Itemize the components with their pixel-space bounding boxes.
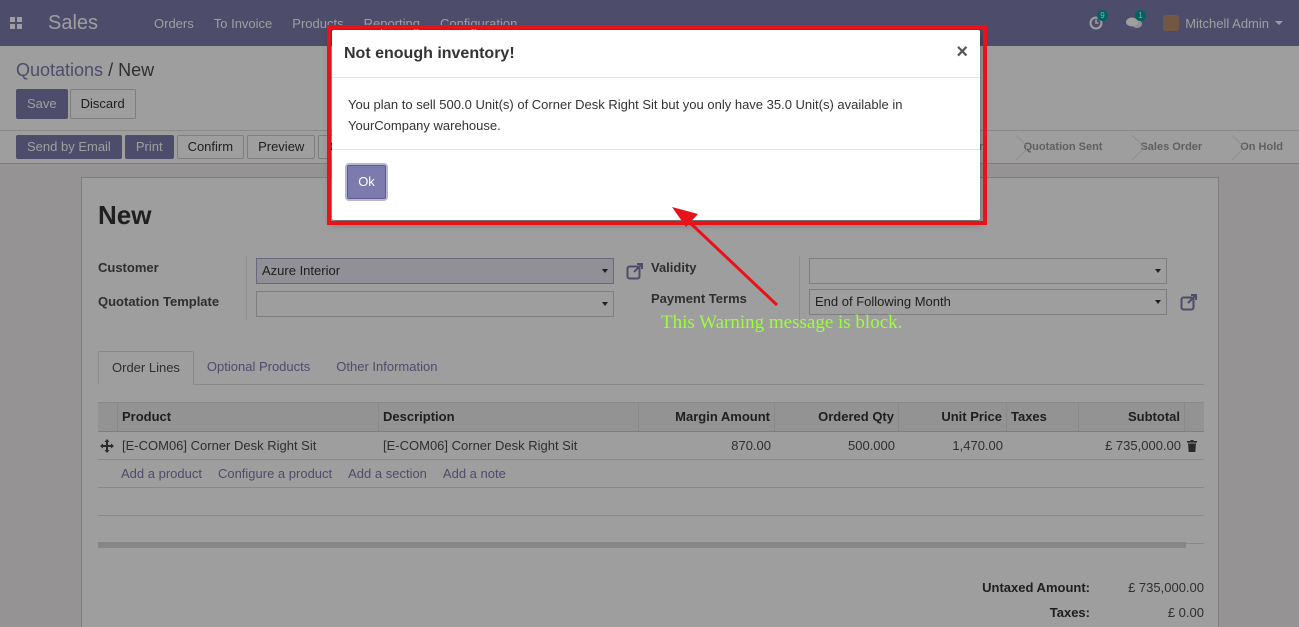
highlight-box — [327, 25, 987, 225]
annotation-text: This Warning message is block. — [661, 312, 903, 333]
